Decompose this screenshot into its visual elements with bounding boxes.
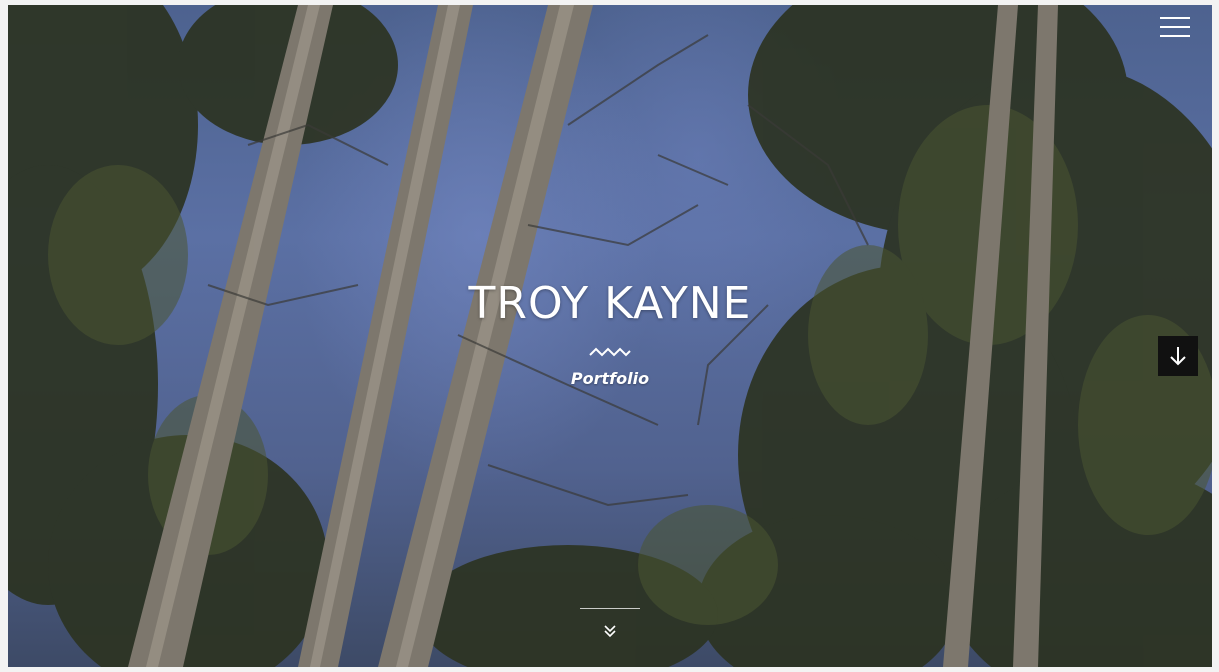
scroll-next-button[interactable] (1158, 336, 1198, 376)
menu-line (1160, 17, 1190, 19)
hamburger-menu-icon[interactable] (1160, 17, 1190, 41)
site-tagline: Portfolio (570, 369, 650, 388)
menu-line (1160, 26, 1190, 28)
wave-divider-icon (589, 347, 631, 357)
scroll-down-button[interactable] (602, 623, 618, 639)
hero-content: TROY KAYNE Portfolio (8, 278, 1212, 388)
double-chevron-down-icon (604, 625, 616, 638)
menu-line (1160, 35, 1190, 37)
scroll-divider (580, 608, 640, 609)
site-title[interactable]: TROY KAYNE (8, 278, 1212, 329)
page: TROY KAYNE Portfolio (8, 5, 1212, 667)
arrow-down-icon (1170, 347, 1186, 366)
